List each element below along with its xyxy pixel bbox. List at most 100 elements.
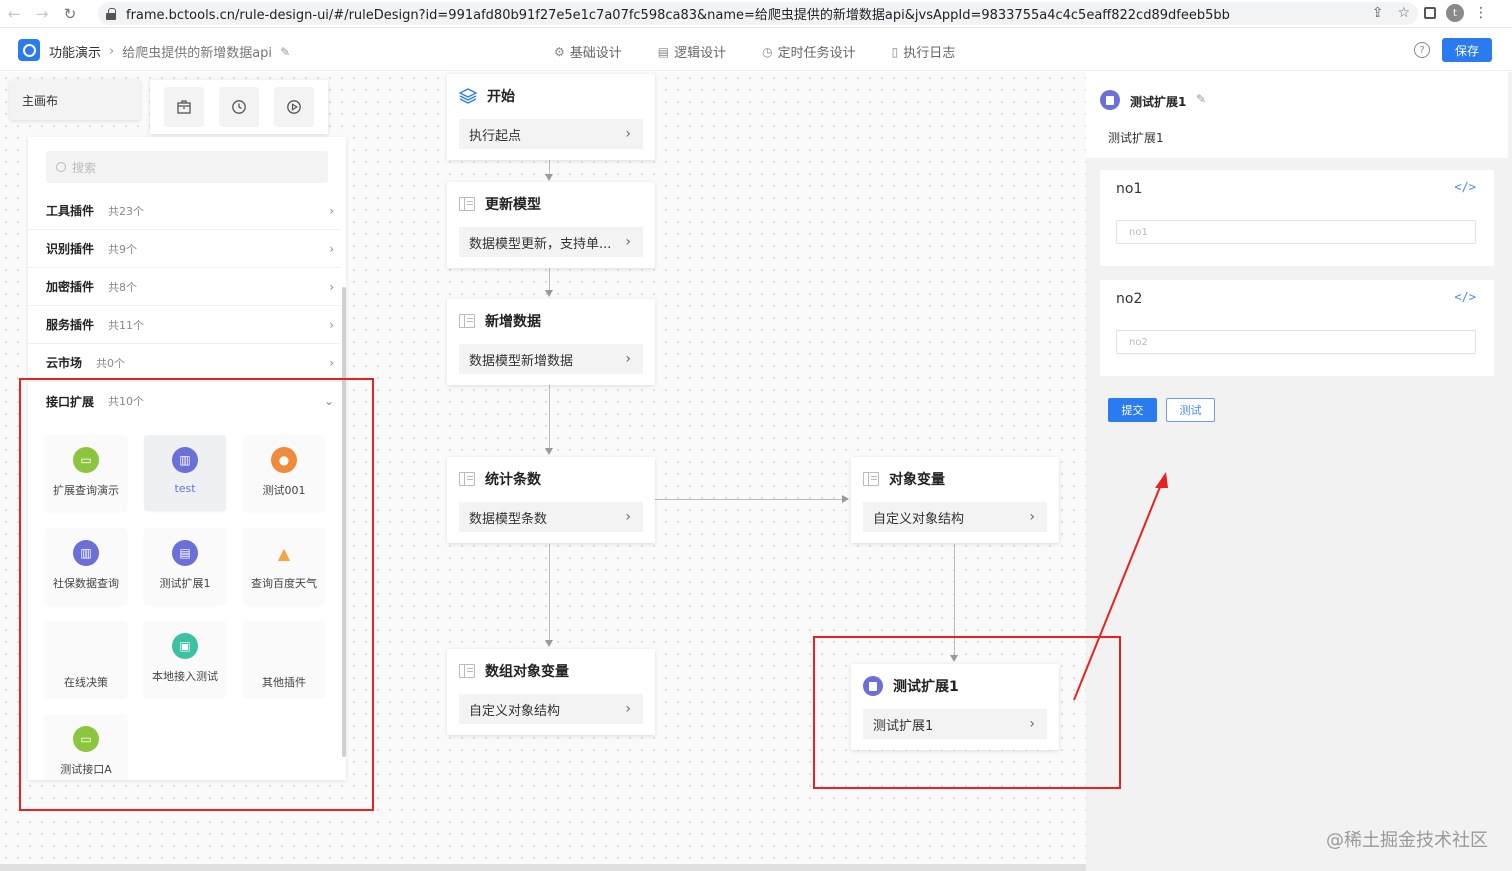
node-title: 开始 [487, 89, 515, 105]
category-tools[interactable]: 工具插件 共23个 › [28, 192, 340, 230]
node-title: 数组对象变量 [485, 664, 569, 680]
breadcrumb-root[interactable]: 功能演示 [49, 42, 101, 61]
edit-pencil-icon[interactable]: ✎ [1196, 92, 1206, 106]
flow-icon: ▤ [657, 44, 670, 59]
connector-line [655, 499, 845, 500]
node-body[interactable]: 自定义对象结构 › [459, 694, 643, 724]
sidebar-toggle-icon[interactable] [1424, 7, 1436, 19]
flow-node-object-variable[interactable]: 对象变量 自定义对象结构 › [851, 457, 1059, 543]
category-name: 加密插件 [46, 280, 95, 294]
properties-subtitle: 测试扩展1 [1108, 131, 1164, 145]
no1-input[interactable]: no1 [1116, 220, 1476, 244]
share-icon[interactable]: ⇪ [1372, 5, 1384, 21]
url-text: frame.bctools.cn/rule-design-ui/#/ruleDe… [126, 8, 1230, 23]
tab-label: 定时任务设计 [777, 46, 856, 61]
node-title: 更新模型 [485, 197, 541, 213]
category-count: 共8个 [108, 280, 138, 294]
annotation-highlight-box [19, 378, 374, 811]
submit-button[interactable]: 提交 [1108, 398, 1157, 422]
node-body[interactable]: 数据模型更新，支持单... › [459, 227, 643, 257]
address-bar[interactable]: frame.bctools.cn/rule-design-ui/#/ruleDe… [98, 2, 1418, 25]
node-title: 统计条数 [485, 472, 541, 488]
edit-pencil-icon[interactable]: ✎ [280, 45, 290, 59]
category-count: 共11个 [108, 318, 145, 332]
save-button[interactable]: 保存 [1442, 38, 1492, 62]
flow-node-insert-data[interactable]: 新增数据 数据模型新增数据 › [447, 299, 655, 385]
watermark: @稀土掘金技术社区 [1326, 830, 1488, 851]
forward-icon[interactable]: → [28, 0, 56, 28]
category-name: 识别插件 [46, 242, 95, 256]
chevron-right-icon: › [625, 234, 631, 250]
clock-icon: ◷ [762, 44, 773, 59]
canvas-toolbar [150, 80, 328, 134]
category-encryption[interactable]: 加密插件 共8个 › [28, 268, 340, 306]
chevron-right-icon: › [329, 242, 334, 256]
arrow-right-icon [842, 495, 849, 503]
category-service[interactable]: 服务插件 共11个 › [28, 306, 340, 344]
category-count: 共9个 [108, 242, 138, 256]
schedule-button[interactable] [218, 87, 259, 127]
chevron-right-icon: › [329, 204, 334, 218]
profile-avatar[interactable]: t [1446, 4, 1464, 22]
tab-label: 执行日志 [903, 46, 956, 61]
flow-node-update-model[interactable]: 更新模型 数据模型更新，支持单... › [447, 182, 655, 268]
back-icon[interactable]: ← [0, 0, 28, 28]
no2-input[interactable]: no2 [1116, 330, 1476, 354]
table-icon [863, 472, 879, 486]
chevron-right-icon: › [625, 509, 631, 525]
node-body[interactable]: 执行起点 › [459, 119, 643, 149]
chevron-right-icon: › [625, 701, 631, 717]
plugin-box-button[interactable] [163, 87, 204, 127]
tab-schedule-design[interactable]: ◷ 定时任务设计 [762, 42, 856, 62]
category-name: 服务插件 [46, 318, 95, 332]
package-icon [177, 100, 191, 114]
annotation-arrow-icon [1073, 472, 1168, 701]
table-icon [459, 472, 475, 486]
chevron-right-icon: › [625, 126, 631, 142]
lock-icon [106, 7, 116, 20]
tab-label: 基础设计 [569, 46, 622, 61]
layers-icon [459, 88, 477, 104]
browser-toolbar: ← → ↻ frame.bctools.cn/rule-design-ui/#/… [0, 0, 1512, 28]
code-icon[interactable]: </> [1454, 290, 1476, 304]
star-icon[interactable]: ☆ [1397, 5, 1410, 21]
main-canvas-tab[interactable]: 主画布 [10, 80, 140, 120]
category-count: 共0个 [96, 356, 126, 370]
search-placeholder: 搜索 [72, 160, 97, 175]
arrow-down-icon [545, 290, 553, 297]
search-input[interactable]: 搜索 [46, 151, 328, 183]
run-button[interactable] [274, 87, 315, 127]
clock-icon [232, 100, 246, 114]
canvas-scrollbar-track [0, 864, 1086, 871]
arrow-down-icon [545, 448, 553, 455]
flow-node-start[interactable]: 开始 执行起点 › [447, 74, 655, 160]
tab-logic-design[interactable]: ▤ 逻辑设计 [657, 42, 726, 62]
code-icon[interactable]: </> [1454, 180, 1476, 194]
flow-node-count[interactable]: 统计条数 数据模型条数 › [447, 457, 655, 543]
tab-basic-design[interactable]: ⚙ 基础设计 [554, 42, 622, 62]
node-body-text: 自定义对象结构 [469, 703, 561, 719]
field-label: no2 [1116, 291, 1143, 307]
node-body[interactable]: 数据模型新增数据 › [459, 344, 643, 374]
node-body[interactable]: 数据模型条数 › [459, 502, 643, 532]
breadcrumb: 功能演示 › 给爬虫提供的新增数据api ✎ [49, 42, 290, 61]
node-title: 新增数据 [485, 314, 541, 330]
node-body-text: 执行起点 [469, 128, 522, 144]
chevron-right-icon: › [329, 280, 334, 294]
flow-node-array-object[interactable]: 数组对象变量 自定义对象结构 › [447, 649, 655, 735]
menu-icon[interactable]: ⋮ [1474, 6, 1488, 20]
tab-exec-log[interactable]: ▯ 执行日志 [892, 42, 956, 62]
field-card-no2: no2 </> no2 [1100, 280, 1494, 376]
category-cloud-market[interactable]: 云市场 共0个 › [28, 344, 340, 382]
connector-line [549, 385, 550, 453]
category-recognition[interactable]: 识别插件 共9个 › [28, 230, 340, 268]
connector-line [549, 544, 550, 644]
field-label: no1 [1116, 181, 1143, 197]
node-body-text: 自定义对象结构 [873, 511, 965, 527]
document-icon [1100, 90, 1120, 110]
reload-icon[interactable]: ↻ [56, 0, 84, 28]
node-body[interactable]: 自定义对象结构 › [863, 502, 1047, 532]
chevron-right-icon: › [625, 351, 631, 367]
help-icon[interactable]: ? [1414, 42, 1430, 58]
test-button[interactable]: 测试 [1166, 398, 1215, 422]
